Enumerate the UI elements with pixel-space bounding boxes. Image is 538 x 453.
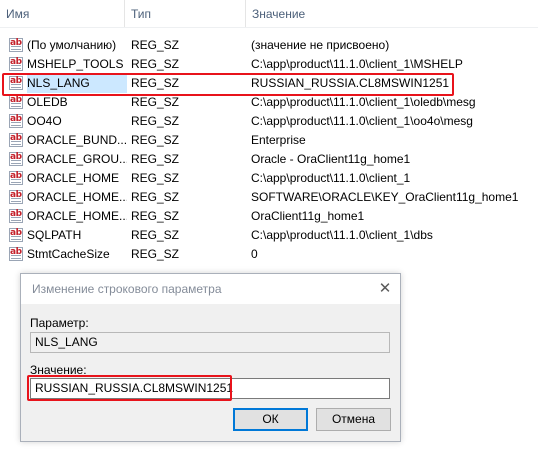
value-type: REG_SZ	[131, 114, 180, 128]
value-name: MSHELP_TOOLS	[27, 57, 124, 71]
value-type: REG_SZ	[131, 247, 180, 261]
value-type: REG_SZ	[131, 209, 180, 223]
highlight-frame-value	[27, 375, 232, 401]
column-name-header[interactable]: Имя	[0, 0, 124, 28]
registry-value-row[interactable]: ab StmtCacheSize REG_SZ 0	[0, 245, 538, 264]
value-name: ORACLE_HOME...	[27, 190, 127, 204]
parameter-label: Параметр:	[30, 316, 89, 330]
parameter-name-field: NLS_LANG	[30, 332, 390, 353]
string-value-icon: ab	[9, 171, 23, 185]
ok-button[interactable]: ОК	[233, 408, 308, 431]
registry-value-row[interactable]: ab ORACLE_HOME REG_SZ C:\app\product\11.1.0…	[0, 169, 538, 188]
value-name: SQLPATH	[27, 228, 82, 242]
string-value-icon: ab	[9, 57, 23, 71]
cancel-button[interactable]: Отмена	[316, 408, 391, 431]
value-type: REG_SZ	[131, 57, 180, 71]
string-value-icon: ab	[9, 247, 23, 261]
string-value-icon: ab	[9, 152, 23, 166]
column-header: Имя Тип Значение	[0, 0, 538, 28]
registry-value-row[interactable]: ab ORACLE_HOME... REG_SZ SOFTWARE\ORACLE\KE…	[0, 188, 538, 207]
value-data: Enterprise	[251, 133, 306, 147]
value-data: 0	[251, 247, 258, 261]
close-icon[interactable]: ✕	[376, 280, 394, 298]
registry-value-row[interactable]: ab ORACLE_BUND... REG_SZ Enterprise	[0, 131, 538, 150]
edit-string-dialog: Изменение строкового параметра ✕ Парамет…	[20, 273, 401, 442]
string-value-icon: ab	[9, 114, 23, 128]
value-data: SOFTWARE\ORACLE\KEY_OraClient11g_home1	[251, 190, 519, 204]
value-name: ORACLE_HOME...	[27, 209, 127, 223]
value-data: OraClient11g_home1	[251, 209, 365, 223]
value-name: StmtCacheSize	[27, 247, 110, 261]
column-type-header[interactable]: Тип	[125, 0, 245, 28]
value-type: REG_SZ	[131, 152, 180, 166]
highlight-frame-nls-lang	[2, 73, 454, 96]
column-value-header[interactable]: Значение	[246, 0, 538, 28]
value-data: C:\app\product\11.1.0\client_1\dbs	[251, 228, 433, 242]
value-type: REG_SZ	[131, 133, 180, 147]
value-data: C:\app\product\11.1.0\client_1	[251, 171, 411, 185]
header-divider	[0, 27, 538, 28]
registry-value-row[interactable]: ab ORACLE_HOME... REG_SZ OraClient11g_home1	[0, 207, 538, 226]
value-name: OO4O	[27, 114, 62, 128]
string-value-icon: ab	[9, 95, 23, 109]
registry-value-row[interactable]: ab (По умолчанию) REG_SZ (значение не присв…	[0, 36, 538, 55]
string-value-icon: ab	[9, 190, 23, 204]
value-type: REG_SZ	[131, 38, 180, 52]
registry-value-row[interactable]: ab SQLPATH REG_SZ C:\app\product\11.1.0\cli…	[0, 226, 538, 245]
dialog-title: Изменение строкового параметра	[32, 282, 222, 296]
value-name: ORACLE_HOME	[27, 171, 120, 185]
registry-value-row[interactable]: ab MSHELP_TOOLS REG_SZ C:\app\product\11.1.…	[0, 55, 538, 74]
value-type: REG_SZ	[131, 190, 180, 204]
value-name: ORACLE_BUND...	[27, 133, 127, 147]
registry-value-row[interactable]: ab ORACLE_GROU... REG_SZ Oracle - OraClient…	[0, 150, 538, 169]
value-data: Oracle - OraClient11g_home1	[251, 152, 411, 166]
value-name: ORACLE_GROU...	[27, 152, 127, 166]
string-value-icon: ab	[9, 209, 23, 223]
registry-values-list: ab (По умолчанию) REG_SZ (значение не присв…	[0, 36, 538, 264]
string-value-icon: ab	[9, 133, 23, 147]
registry-value-row[interactable]: ab OO4O REG_SZ C:\app\product\11.1.0\client…	[0, 112, 538, 131]
dialog-titlebar[interactable]: Изменение строкового параметра ✕	[21, 274, 400, 304]
value-type: REG_SZ	[131, 228, 180, 242]
string-value-icon: ab	[9, 228, 23, 242]
value-data: C:\app\product\11.1.0\client_1\oo4o\mesg	[251, 114, 473, 128]
string-value-icon: ab	[9, 38, 23, 52]
value-name: (По умолчанию)	[27, 38, 117, 52]
value-data: (значение не присвоено)	[251, 38, 390, 52]
value-data: C:\app\product\11.1.0\client_1\MSHELP	[251, 57, 463, 71]
value-type: REG_SZ	[131, 171, 180, 185]
